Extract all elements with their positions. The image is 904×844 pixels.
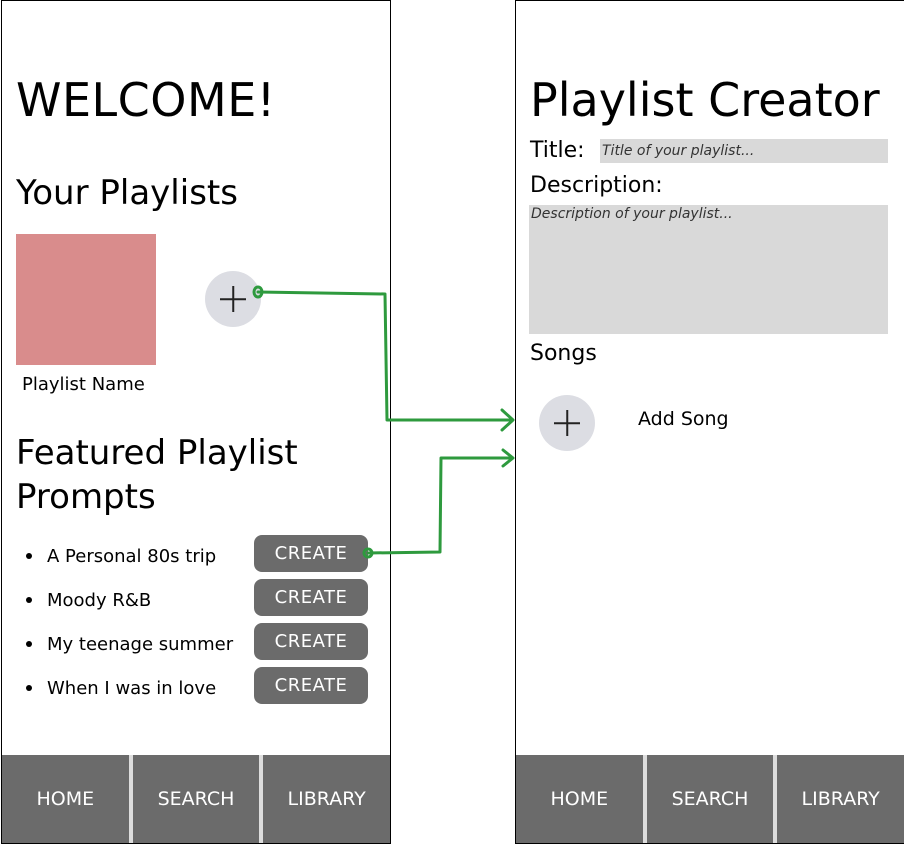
page-title: Playlist Creator — [530, 73, 880, 127]
add-song-label[interactable]: Add Song — [638, 408, 729, 430]
nav-home[interactable]: HOME — [2, 755, 129, 843]
playlist-creator-screen: Playlist Creator Title: Description: Son… — [515, 0, 904, 844]
home-screen: WELCOME! Your Playlists Playlist Name Fe… — [1, 0, 391, 844]
featured-heading: Featured Playlist Prompts — [16, 431, 298, 519]
featured-heading-line2: Prompts — [16, 477, 156, 517]
prompt-item: When I was in love CREATE — [26, 666, 376, 710]
bullet-icon — [26, 641, 32, 647]
prompt-item: My teenage summer CREATE — [26, 622, 376, 666]
playlist-name-label: Playlist Name — [22, 374, 145, 395]
prompt-text: Moody R&B — [47, 589, 152, 611]
prompt-item: Moody R&B CREATE — [26, 578, 376, 622]
nav-search[interactable]: SEARCH — [646, 755, 774, 843]
bullet-icon — [26, 553, 32, 559]
your-playlists-heading: Your Playlists — [16, 173, 238, 213]
bullet-icon — [26, 685, 32, 691]
description-input[interactable] — [529, 205, 888, 334]
featured-heading-line1: Featured Playlist — [16, 433, 298, 473]
prompt-item: A Personal 80s trip CREATE — [26, 534, 376, 578]
prompt-text: When I was in love — [47, 677, 217, 699]
bottom-nav: HOME SEARCH LIBRARY — [516, 755, 904, 843]
nav-library[interactable]: LIBRARY — [777, 755, 904, 843]
add-playlist-button[interactable] — [205, 271, 261, 327]
title-label: Title: — [530, 138, 585, 163]
title-input[interactable] — [600, 139, 888, 163]
create-button-moody-rnb[interactable]: CREATE — [254, 579, 368, 616]
welcome-heading: WELCOME! — [16, 73, 276, 127]
description-label: Description: — [530, 173, 663, 198]
songs-label: Songs — [530, 341, 597, 366]
nav-home[interactable]: HOME — [516, 755, 643, 843]
arrowhead-icon — [501, 448, 515, 468]
arrowhead-icon — [500, 408, 515, 432]
prompt-text: My teenage summer — [47, 633, 234, 655]
create-button-teenage-summer[interactable]: CREATE — [254, 623, 368, 660]
playlist-cover[interactable] — [16, 234, 156, 365]
nav-library[interactable]: LIBRARY — [263, 755, 390, 843]
prompt-list: A Personal 80s trip CREATE Moody R&B CRE… — [26, 534, 376, 710]
create-button-80s[interactable]: CREATE — [254, 535, 368, 572]
prompt-text: A Personal 80s trip — [47, 545, 217, 567]
nav-search[interactable]: SEARCH — [132, 755, 260, 843]
bottom-nav: HOME SEARCH LIBRARY — [2, 755, 390, 843]
add-song-button[interactable] — [539, 395, 595, 451]
bullet-icon — [26, 597, 32, 603]
create-button-in-love[interactable]: CREATE — [254, 667, 368, 704]
